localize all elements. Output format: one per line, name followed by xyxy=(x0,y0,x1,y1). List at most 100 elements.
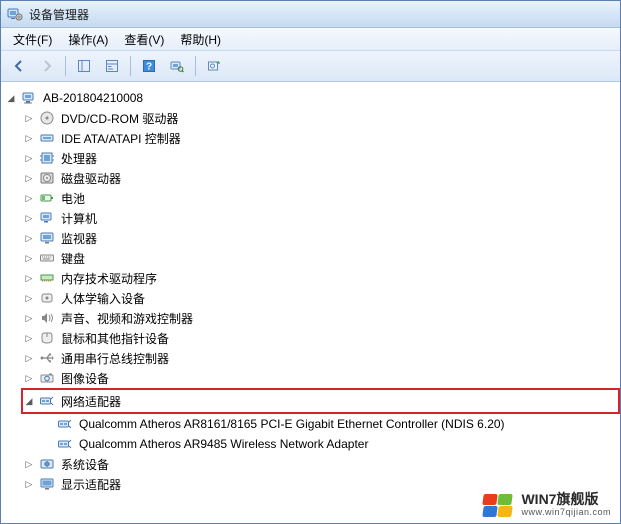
tree-device-label: Qualcomm Atheros AR9485 Wireless Network… xyxy=(77,436,370,452)
toolbar-help-button[interactable]: ? xyxy=(137,54,161,78)
device-tree[interactable]: ◢ AB-201804210008 ▷ DVD/CD-ROM 驱动器 ▷ IDE AT… xyxy=(1,82,620,523)
toolbar-back-button[interactable] xyxy=(7,54,31,78)
tree-category[interactable]: ▷ 鼠标和其他指针设备 xyxy=(23,328,620,348)
camera-icon xyxy=(39,370,55,386)
tree-root-label: AB-201804210008 xyxy=(41,90,145,106)
keyboard-icon xyxy=(39,250,55,266)
toolbar-scan-hardware-button[interactable] xyxy=(165,54,189,78)
tree-category-label: 磁盘驱动器 xyxy=(59,169,123,188)
tree-category-network[interactable]: ◢ 网络适配器 ▷Qualcomm Atheros AR8161/8165 PC… xyxy=(23,388,620,454)
tree-category[interactable]: ▷ 处理器 xyxy=(23,148,620,168)
cpu-icon xyxy=(39,150,55,166)
window-title: 设备管理器 xyxy=(29,6,89,23)
toolbar-properties-button[interactable] xyxy=(100,54,124,78)
tree-category-label: 内存技术驱动程序 xyxy=(59,269,159,288)
system-icon xyxy=(39,456,55,472)
expand-icon[interactable]: ▷ xyxy=(23,132,35,144)
expand-icon[interactable]: ▷ xyxy=(23,352,35,364)
tree-category-label: DVD/CD-ROM 驱动器 xyxy=(59,109,180,128)
tree-category-label: 人体学输入设备 xyxy=(59,289,147,308)
tree-device[interactable]: ▷Qualcomm Atheros AR9485 Wireless Networ… xyxy=(41,434,620,454)
hdd-icon xyxy=(39,170,55,186)
tree-category-label: 处理器 xyxy=(59,149,99,168)
tree-category[interactable]: ▷ 监视器 xyxy=(23,228,620,248)
disc-icon xyxy=(39,110,55,126)
expand-icon[interactable]: ▷ xyxy=(23,212,35,224)
sound-icon xyxy=(39,310,55,326)
menu-help[interactable]: 帮助(H) xyxy=(172,29,229,50)
tree-category[interactable]: ▷ 显示适配器 xyxy=(23,474,620,494)
expand-icon[interactable]: ▷ xyxy=(23,312,35,324)
tree-category-label: 键盘 xyxy=(59,249,87,268)
tree-category-label: 显示适配器 xyxy=(59,475,123,494)
tree-category[interactable]: ▷ 电池 xyxy=(23,188,620,208)
display-icon xyxy=(39,476,55,492)
menu-view[interactable]: 查看(V) xyxy=(116,29,172,50)
expand-icon[interactable]: ▷ xyxy=(23,458,35,470)
computer-icon xyxy=(39,210,55,226)
tree-category[interactable]: ▷ 磁盘驱动器 xyxy=(23,168,620,188)
tree-device[interactable]: ▷Qualcomm Atheros AR8161/8165 PCI-E Giga… xyxy=(41,414,620,434)
toolbar: ? xyxy=(1,51,620,82)
expand-icon[interactable]: ▷ xyxy=(23,272,35,284)
toolbar-separator xyxy=(130,56,131,76)
expand-icon[interactable]: ▷ xyxy=(23,172,35,184)
tree-device-label: Qualcomm Atheros AR8161/8165 PCI-E Gigab… xyxy=(77,416,507,432)
expand-icon[interactable]: ▷ xyxy=(23,112,35,124)
titlebar: 设备管理器 xyxy=(1,1,620,28)
collapse-icon[interactable]: ◢ xyxy=(23,395,35,407)
memory-icon xyxy=(39,270,55,286)
expand-icon[interactable]: ▷ xyxy=(23,152,35,164)
tree-category-label: IDE ATA/ATAPI 控制器 xyxy=(59,129,183,148)
tree-category-label: 电池 xyxy=(59,189,87,208)
toolbar-separator xyxy=(195,56,196,76)
menu-action[interactable]: 操作(A) xyxy=(60,29,116,50)
expand-icon[interactable]: ▷ xyxy=(23,372,35,384)
network-adapter-icon xyxy=(57,416,73,432)
network-adapter-icon xyxy=(57,436,73,452)
network-adapter-icon xyxy=(39,393,55,409)
tree-category[interactable]: ▷ 声音、视频和游戏控制器 xyxy=(23,308,620,328)
computer-icon xyxy=(21,90,37,106)
expand-icon[interactable]: ▷ xyxy=(23,232,35,244)
hid-icon xyxy=(39,290,55,306)
toolbar-show-hide-tree-button[interactable] xyxy=(72,54,96,78)
tree-category[interactable]: ▷ 图像设备 xyxy=(23,368,620,388)
tree-root[interactable]: ◢ AB-201804210008 ▷ DVD/CD-ROM 驱动器 ▷ IDE AT… xyxy=(5,88,620,494)
app-icon xyxy=(7,6,23,22)
toolbar-forward-button[interactable] xyxy=(35,54,59,78)
battery-icon xyxy=(39,190,55,206)
tree-category[interactable]: ▷ 内存技术驱动程序 xyxy=(23,268,620,288)
ide-icon xyxy=(39,130,55,146)
usb-icon xyxy=(39,350,55,366)
expand-icon[interactable]: ▷ xyxy=(23,332,35,344)
tree-category[interactable]: ▷ 系统设备 xyxy=(23,454,620,474)
expand-icon[interactable]: ▷ xyxy=(23,478,35,490)
tree-category-label: 网络适配器 xyxy=(59,392,123,411)
tree-category[interactable]: ▷ 计算机 xyxy=(23,208,620,228)
tree-category[interactable]: ▷ IDE ATA/ATAPI 控制器 xyxy=(23,128,620,148)
menu-file[interactable]: 文件(F) xyxy=(5,29,60,50)
tree-category[interactable]: ▷ 通用串行总线控制器 xyxy=(23,348,620,368)
tree-category-label: 系统设备 xyxy=(59,455,111,474)
toolbar-separator xyxy=(65,56,66,76)
expand-icon[interactable]: ▷ xyxy=(23,252,35,264)
highlight-box: ◢ 网络适配器 xyxy=(21,388,620,414)
tree-category-label: 鼠标和其他指针设备 xyxy=(59,329,171,348)
device-manager-window: 设备管理器 文件(F) 操作(A) 查看(V) 帮助(H) ? xyxy=(0,0,621,524)
tree-category-label: 通用串行总线控制器 xyxy=(59,349,171,368)
tree-category-label: 监视器 xyxy=(59,229,99,248)
svg-text:?: ? xyxy=(146,62,152,73)
monitor-icon xyxy=(39,230,55,246)
tree-category[interactable]: ▷ 人体学输入设备 xyxy=(23,288,620,308)
menubar: 文件(F) 操作(A) 查看(V) 帮助(H) xyxy=(1,28,620,51)
tree-category-label: 图像设备 xyxy=(59,369,111,388)
tree-category-label: 声音、视频和游戏控制器 xyxy=(59,309,195,328)
toolbar-update-driver-button[interactable] xyxy=(202,54,226,78)
tree-category[interactable]: ▷ 键盘 xyxy=(23,248,620,268)
tree-category[interactable]: ▷ DVD/CD-ROM 驱动器 xyxy=(23,108,620,128)
expand-icon[interactable]: ▷ xyxy=(23,292,35,304)
tree-category-label: 计算机 xyxy=(59,209,99,228)
collapse-icon[interactable]: ◢ xyxy=(5,92,17,104)
expand-icon[interactable]: ▷ xyxy=(23,192,35,204)
